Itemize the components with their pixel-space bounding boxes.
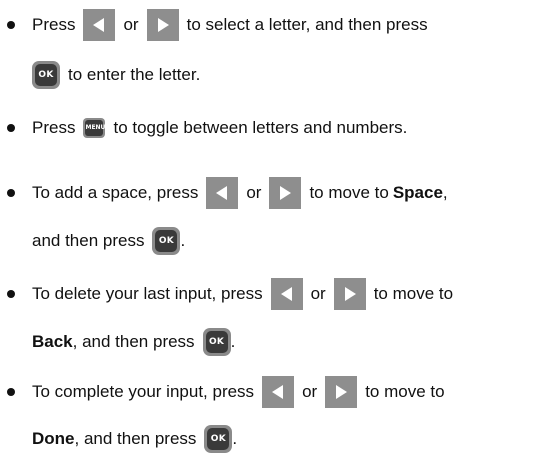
instruction-bold-text: Back — [32, 332, 73, 351]
item-line: Back , and then press OK . — [32, 326, 235, 358]
instruction-text: or — [246, 183, 262, 202]
item-line: Press MENU to toggle between letters and… — [32, 112, 407, 144]
item-line: and then press OK . — [32, 225, 185, 257]
ok-key-label: OK — [207, 428, 230, 450]
instruction-text: To complete your input, press — [32, 382, 255, 401]
left-arrow-button-icon — [83, 9, 116, 41]
right-arrow-button-icon — [146, 9, 179, 41]
instruction-text: . — [180, 231, 186, 250]
item-line: OK to enter the letter. — [32, 59, 200, 91]
instruction-text: to toggle between letters and numbers. — [113, 118, 408, 137]
instruction-text: to move to — [373, 284, 454, 303]
bullet — [7, 21, 15, 29]
item-line: To add a space, press or to move to Spac… — [32, 177, 448, 209]
instruction-text: , — [442, 183, 448, 202]
instruction-text: To add a space, press — [32, 183, 199, 202]
left-arrow-button-icon — [262, 376, 295, 408]
instruction-text: and then press — [32, 231, 145, 250]
instruction-text: to move to — [309, 183, 389, 202]
instruction-bold-text: Space — [392, 183, 443, 202]
instruction-text: Press — [32, 15, 76, 34]
left-arrow-button-icon — [270, 278, 303, 310]
instruction-text: to select a letter, and then press — [186, 15, 428, 34]
item-line: To complete your input, press or to move… — [32, 376, 445, 408]
instruction-text: to move to — [365, 382, 445, 401]
item-line: Done , and then press OK . — [32, 423, 237, 455]
menu-key-icon: MENU — [83, 118, 106, 138]
instruction-text: to enter the letter. — [68, 65, 201, 84]
instruction-text: or — [310, 284, 326, 303]
left-arrow-button-icon — [206, 177, 239, 209]
ok-key-icon: OK — [152, 227, 181, 255]
ok-key-label: OK — [205, 331, 228, 353]
instruction-text: or — [123, 15, 139, 34]
ok-key-label: OK — [35, 64, 57, 86]
item-line: Press or to select a letter, and then pr… — [32, 9, 428, 41]
instruction-text: . — [230, 332, 236, 351]
ok-key-icon: OK — [32, 61, 60, 89]
instruction-text: To delete your last input, press — [32, 284, 263, 303]
item-line: To delete your last input, press or to m… — [32, 278, 453, 310]
right-arrow-button-icon — [269, 177, 302, 209]
right-arrow-button-icon — [325, 376, 358, 408]
instruction-text: . — [232, 429, 238, 448]
menu-key-label: MENU — [85, 120, 105, 136]
instruction-text: , and then press — [74, 429, 197, 448]
instruction-text: , and then press — [72, 332, 195, 351]
instruction-text: or — [302, 382, 318, 401]
right-arrow-button-icon — [333, 278, 366, 310]
instruction-bold-text: Done — [32, 429, 75, 448]
ok-key-icon: OK — [204, 425, 233, 453]
bullet — [7, 124, 15, 132]
ok-key-label: OK — [155, 230, 178, 252]
instruction-page: Press or to select a letter, and then pr… — [0, 0, 539, 459]
bullet — [7, 290, 15, 298]
bullet — [7, 189, 15, 197]
bullet — [7, 388, 15, 396]
instruction-text: Press — [32, 118, 76, 137]
ok-key-icon: OK — [202, 328, 231, 356]
